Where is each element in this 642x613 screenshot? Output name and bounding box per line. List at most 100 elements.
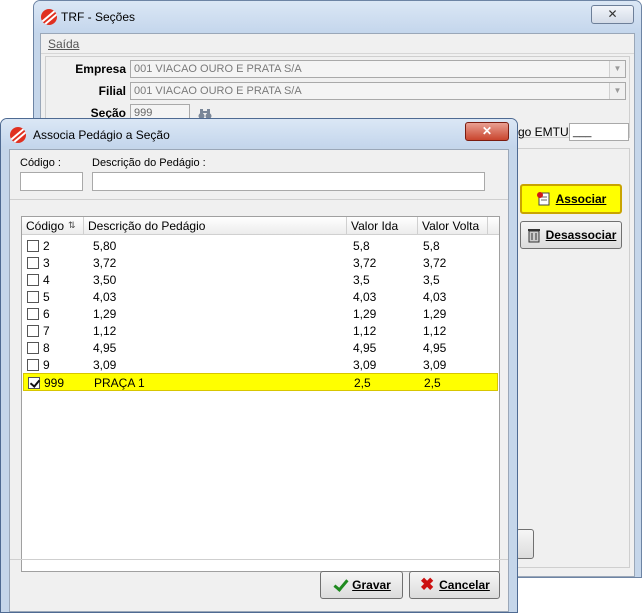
gravar-label: Gravar: [352, 578, 391, 592]
table-row[interactable]: 6 1,29 1,29 1,29: [23, 305, 498, 323]
app-logo-icon: [10, 127, 26, 143]
grid-header: Código ⇅ Descrição do Pedágio Valor Ida …: [22, 217, 499, 235]
col-descricao-label: Descrição do Pedágio: [88, 219, 206, 233]
row-checkbox[interactable]: [27, 240, 39, 252]
cell-codigo: 9: [43, 358, 50, 372]
empresa-label: Empresa: [75, 62, 126, 76]
cell-codigo: 3: [43, 256, 50, 270]
partial-hidden-button[interactable]: [516, 529, 534, 559]
cell-descricao: 4,03: [93, 290, 117, 304]
cell-descricao: 3,09: [93, 358, 117, 372]
filial-select[interactable]: 001 VIACAO OURO E PRATA S/A ▼: [130, 82, 626, 100]
cell-descricao: 1,29: [93, 307, 117, 321]
cell-descricao: 5,80: [93, 239, 117, 253]
cell-valor-volta: 1,12: [423, 324, 447, 338]
cancelar-button[interactable]: ✖ Cancelar: [409, 571, 500, 599]
col-valor-ida-label: Valor Ida: [351, 219, 399, 233]
empresa-select[interactable]: 001 VIACAO OURO E PRATA S/A ▼: [130, 60, 626, 78]
cell-codigo: 5: [43, 290, 50, 304]
cell-codigo: 6: [43, 307, 50, 321]
cell-valor-volta: 4,03: [423, 290, 447, 304]
grid-body: 2 5,80 5,8 5,8 3 3,72 3,72 3,72 4 3,50 3,5 3,5 5 4,03…: [22, 235, 499, 571]
row-checkbox[interactable]: [27, 257, 39, 269]
codigo-filter-input[interactable]: [20, 172, 83, 191]
main-close-button[interactable]: ✕: [591, 5, 634, 24]
menu-bar: Saída: [41, 34, 634, 54]
dialog-title-bar: Associa Pedágio a Seção ✕: [1, 119, 517, 147]
cell-valor-volta: 3,09: [423, 358, 447, 372]
cell-valor-ida: 2,5: [354, 376, 371, 390]
cell-descricao: 1,12: [93, 324, 117, 338]
col-codigo-header[interactable]: Código ⇅: [22, 217, 84, 235]
filial-label: Filial: [98, 84, 126, 98]
cell-valor-volta: 3,72: [423, 256, 447, 270]
cell-valor-ida: 3,09: [353, 358, 377, 372]
cell-valor-ida: 5,8: [353, 239, 370, 253]
row-checkbox[interactable]: [28, 377, 40, 389]
table-row[interactable]: 9 3,09 3,09 3,09: [23, 356, 498, 374]
pedagio-grid[interactable]: Código ⇅ Descrição do Pedágio Valor Ida …: [21, 216, 500, 572]
filial-value: 001 VIACAO OURO E PRATA S/A: [134, 85, 302, 97]
add-document-icon: [536, 192, 550, 206]
cell-valor-volta: 1,29: [423, 307, 447, 321]
dialog-title: Associa Pedágio a Seção: [33, 128, 170, 142]
table-row[interactable]: 2 5,80 5,8 5,8: [23, 237, 498, 255]
row-checkbox[interactable]: [27, 359, 39, 371]
table-row[interactable]: 3 3,72 3,72 3,72: [23, 254, 498, 272]
desassociar-button[interactable]: Desassociar: [520, 221, 622, 249]
row-checkbox[interactable]: [27, 308, 39, 320]
emtu-label: go EMTU: [518, 125, 569, 139]
cell-codigo: 8: [43, 341, 50, 355]
descricao-filter-input[interactable]: [92, 172, 485, 191]
associar-button[interactable]: Associar: [520, 184, 622, 214]
codigo-filter-label: Código :: [20, 157, 61, 169]
cell-valor-volta: 3,5: [423, 273, 440, 287]
table-row[interactable]: 8 4,95 4,95 4,95: [23, 339, 498, 357]
emtu-input[interactable]: ___: [569, 123, 629, 141]
cell-codigo: 4: [43, 273, 50, 287]
cancelar-label: Cancelar: [439, 578, 490, 592]
empresa-value: 001 VIACAO OURO E PRATA S/A: [134, 63, 302, 75]
row-checkbox[interactable]: [27, 291, 39, 303]
col-valor-ida-header[interactable]: Valor Ida: [347, 217, 418, 235]
trash-icon: [527, 229, 540, 243]
checkmark-icon: [332, 577, 348, 593]
table-row[interactable]: 5 4,03 4,03 4,03: [23, 288, 498, 306]
col-codigo-label: Código: [26, 219, 65, 233]
row-checkbox[interactable]: [27, 325, 39, 337]
chevron-down-icon: ▼: [609, 61, 625, 77]
associar-label: Associar: [555, 192, 607, 206]
cell-codigo: 7: [43, 324, 50, 338]
dialog-footer: Gravar ✖ Cancelar: [10, 559, 508, 611]
table-row[interactable]: 7 1,12 1,12 1,12: [23, 322, 498, 340]
sort-icon: ⇅: [68, 220, 76, 230]
cell-descricao: PRAÇA 1: [94, 376, 145, 390]
col-valor-volta-header[interactable]: Valor Volta: [418, 217, 488, 235]
cell-descricao: 3,50: [93, 273, 117, 287]
gravar-button[interactable]: Gravar: [320, 571, 403, 599]
table-row[interactable]: 999 PRAÇA 1 2,5 2,5: [23, 373, 498, 391]
row-checkbox[interactable]: [27, 342, 39, 354]
cell-valor-volta: 2,5: [424, 376, 441, 390]
dialog-body: Código : Descrição do Pedágio : Código ⇅…: [9, 149, 509, 612]
cell-valor-ida: 1,12: [353, 324, 377, 338]
table-row[interactable]: 4 3,50 3,5 3,5: [23, 271, 498, 289]
cell-valor-volta: 5,8: [423, 239, 440, 253]
desassociar-label: Desassociar: [545, 228, 617, 242]
menu-item-saida[interactable]: Saída: [48, 37, 79, 51]
col-descricao-header[interactable]: Descrição do Pedágio: [84, 217, 347, 235]
descricao-filter-label: Descrição do Pedágio :: [92, 157, 206, 169]
cell-valor-ida: 4,03: [353, 290, 377, 304]
main-window-title: TRF - Seções: [61, 10, 136, 24]
filter-area: Código : Descrição do Pedágio :: [10, 150, 508, 200]
cell-valor-volta: 4,95: [423, 341, 447, 355]
dialog-close-button[interactable]: ✕: [465, 122, 509, 141]
chevron-down-icon: ▼: [609, 83, 625, 99]
cell-codigo: 2: [43, 239, 50, 253]
cell-valor-ida: 3,5: [353, 273, 370, 287]
emtu-value: ___: [573, 126, 592, 138]
col-valor-volta-label: Valor Volta: [422, 219, 480, 233]
cell-valor-ida: 3,72: [353, 256, 377, 270]
row-checkbox[interactable]: [27, 274, 39, 286]
cell-valor-ida: 1,29: [353, 307, 377, 321]
